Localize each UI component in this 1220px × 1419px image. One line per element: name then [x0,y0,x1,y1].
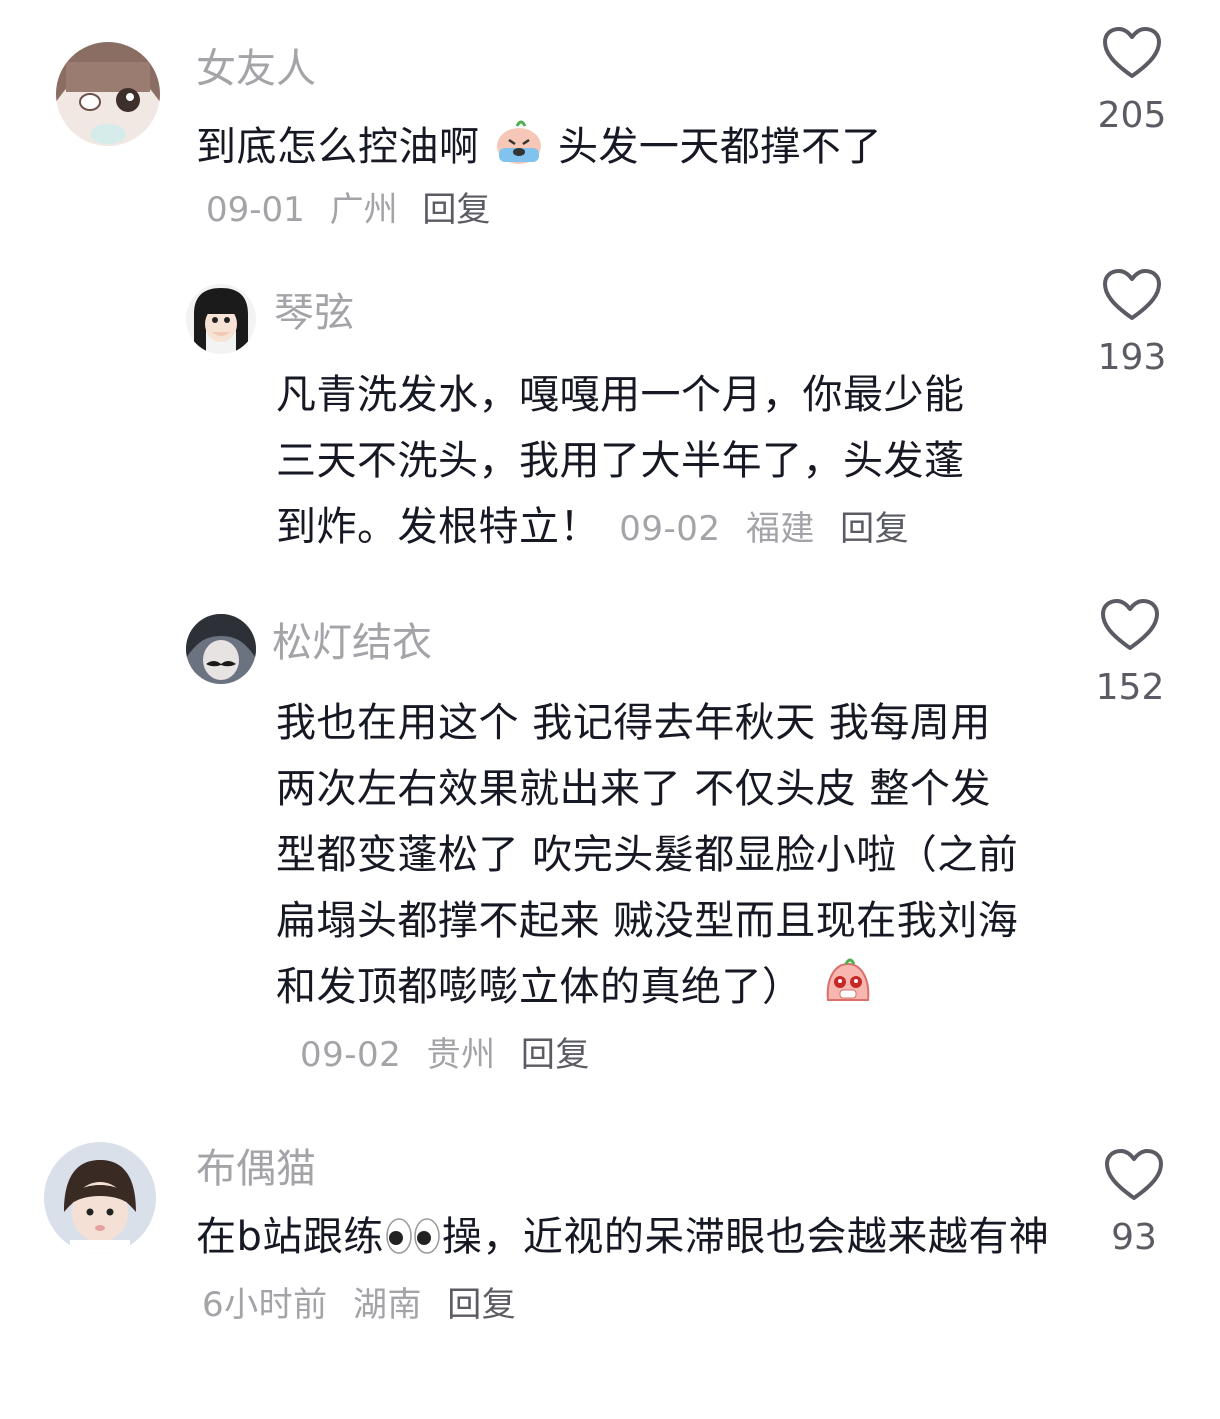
comment-text: 到底怎么控油啊 头发一天都撑不了 [196,114,1056,180]
comment-meta: 6小时前 湖南 回复 [202,1285,516,1325]
comment-text: 在b站跟练 操，近视的呆滞眼也会越来越有神 6小时前 湖南 回复 [196,1204,1066,1338]
username[interactable]: 布偶猫 [196,1144,316,1194]
like-count: 93 [1111,1217,1157,1258]
heart-icon [1103,269,1161,320]
comment-text: 我也在用这个 我记得去年秋天 我每周用两次左右效果就出来了 不仅头皮 整个发型都… [276,690,1026,1088]
reply-button[interactable]: 回复 [447,1285,516,1325]
heart-icon [1105,1149,1163,1200]
comment-date: 6小时前 [202,1285,328,1325]
pleading-face-emoji-icon [826,958,870,1001]
avatar[interactable] [44,1142,156,1254]
like-button[interactable]: 193 [1072,268,1192,380]
like-button[interactable]: 152 [1070,598,1190,710]
eyes-emoji-icon [386,1218,440,1254]
comment-text-part: 头发一天都撑不了 [557,124,882,170]
comment-meta: 09-02 贵州 回复 [300,1035,590,1075]
like-count: 193 [1097,337,1167,378]
like-count: 152 [1095,667,1165,708]
comment-text-part: 操，近视的呆滞眼也会越来越有神 [441,1214,1050,1260]
comment-date: 09-02 [300,1035,402,1075]
comment-date: 09-02 [619,509,721,549]
reply-item: 松灯结衣 我也在用这个 我记得去年秋天 我每周用两次左右效果就出来了 不仅头皮 … [0,590,1220,1110]
reply-button[interactable]: 回复 [422,190,490,230]
like-count: 205 [1097,95,1167,136]
comment-text: 凡青洗发水，嘎嘎用一个月，你最少能三天不洗头，我用了大半年了，头发蓬到炸。发根特… [276,362,1002,562]
comment-location: 福建 [745,509,815,549]
comment-location: 湖南 [352,1285,422,1325]
comment-location: 广州 [329,190,398,230]
like-button[interactable]: 93 [1074,1148,1194,1260]
crying-face-emoji-icon [496,120,541,164]
username[interactable]: 琴弦 [274,288,354,338]
comment-meta: 09-01 广州 回复 [206,188,490,232]
comment-date: 09-01 [206,190,305,230]
heart-icon [1101,599,1159,650]
username[interactable]: 女友人 [196,44,316,94]
avatar[interactable] [186,284,256,354]
comment-text-part: 我也在用这个 我记得去年秋天 我每周用两次左右效果就出来了 不仅头皮 整个发型都… [276,700,1019,1010]
comment-text-part: 到底怎么控油啊 [196,124,480,170]
reply-button[interactable]: 回复 [840,509,909,549]
avatar[interactable] [186,614,256,684]
reply-button[interactable]: 回复 [521,1035,590,1075]
comment-meta: 09-02 福建 回复 [619,509,909,549]
reply-item: 琴弦 凡青洗发水，嘎嘎用一个月，你最少能三天不洗头，我用了大半年了，头发蓬到炸。… [0,260,1220,580]
heart-icon [1103,27,1161,78]
comment-item: 女友人 到底怎么控油啊 头发一天都撑不了 09-01 广州 回复 205 [0,0,1220,260]
username[interactable]: 松灯结衣 [272,618,432,668]
comment-text-part: 在b站跟练 [196,1214,384,1260]
avatar[interactable] [56,42,160,146]
like-button[interactable]: 205 [1072,26,1192,138]
comment-location: 贵州 [426,1035,496,1075]
comment-item: 布偶猫 在b站跟练 操，近视的呆滞眼也会越来越有神 6小时前 湖南 回复 93 [0,1130,1220,1390]
